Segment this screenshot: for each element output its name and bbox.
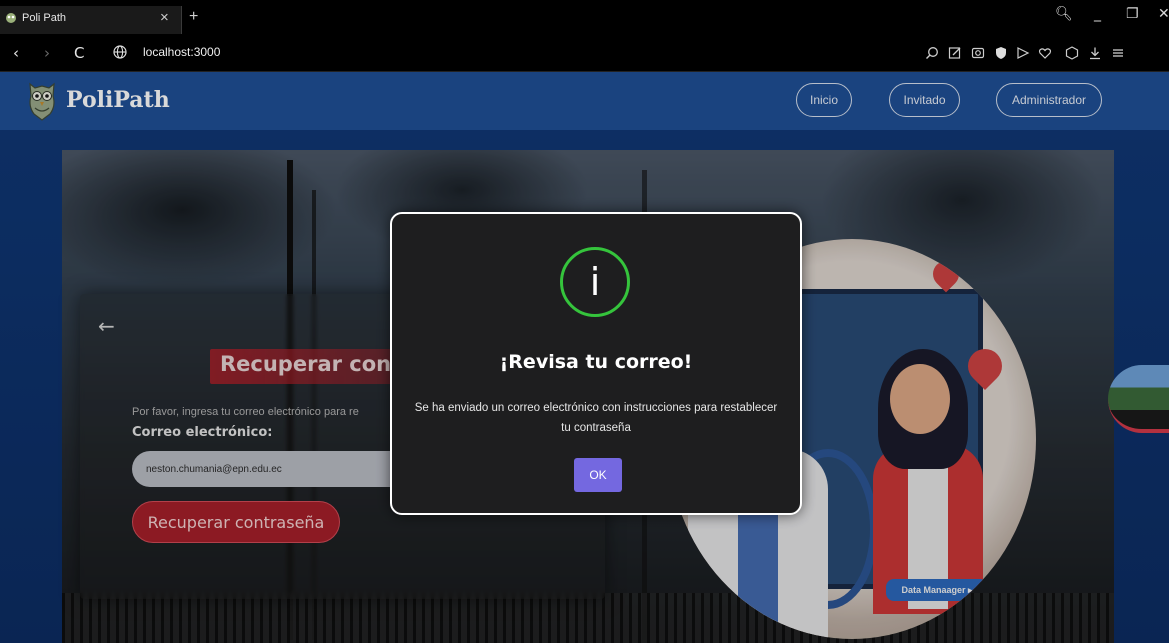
restore-icon[interactable]: ❐ bbox=[1126, 6, 1139, 22]
url-field[interactable]: localhost:3000 bbox=[143, 45, 220, 59]
download-icon[interactable] bbox=[1088, 46, 1102, 60]
close-tab-icon[interactable]: × bbox=[160, 9, 169, 26]
address-bar: ‹ › C localhost:3000 bbox=[0, 34, 1169, 72]
menu-icon[interactable] bbox=[1111, 46, 1125, 60]
shield-icon[interactable] bbox=[994, 46, 1008, 60]
dialog-title: ¡Revisa tu correo! bbox=[499, 351, 693, 373]
browser-tab-strip: Poli Path × + 🔍︎ _ ❐ ✕ bbox=[0, 0, 1169, 34]
browser-tab[interactable]: Poli Path × bbox=[0, 6, 182, 34]
back-icon[interactable]: ‹ bbox=[13, 44, 19, 62]
extensions-icon[interactable] bbox=[1065, 46, 1079, 60]
alert-dialog: i ¡Revisa tu correo! Se ha enviado un co… bbox=[390, 212, 802, 515]
heart-icon[interactable] bbox=[1038, 46, 1052, 60]
send-icon[interactable] bbox=[1016, 46, 1030, 60]
forward-icon[interactable]: › bbox=[44, 44, 50, 62]
tab-title: Poli Path bbox=[22, 12, 67, 24]
search-icon[interactable] bbox=[925, 46, 939, 60]
globe-icon bbox=[113, 45, 127, 59]
close-window-icon[interactable]: ✕ bbox=[1158, 6, 1169, 22]
ok-button[interactable]: OK bbox=[574, 458, 622, 492]
info-icon: i bbox=[560, 247, 630, 317]
dialog-message: Se ha enviado un correo electrónico con … bbox=[414, 402, 778, 434]
edit-icon[interactable] bbox=[948, 46, 962, 60]
minimize-icon[interactable]: _ bbox=[1094, 6, 1101, 22]
new-tab-icon[interactable]: + bbox=[189, 8, 198, 26]
search-tabs-icon[interactable]: 🔍︎ bbox=[1055, 6, 1073, 22]
reload-icon[interactable]: C bbox=[74, 44, 84, 62]
screenshot-icon[interactable] bbox=[971, 46, 985, 60]
owl-favicon-icon bbox=[6, 13, 16, 23]
